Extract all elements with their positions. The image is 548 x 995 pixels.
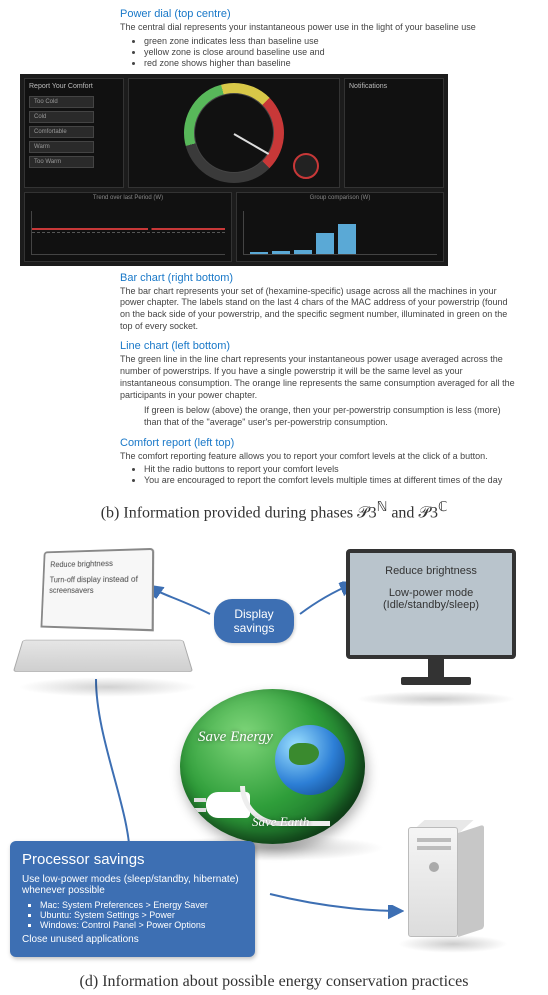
earth-icon [275,725,345,795]
heading-powerdial: Power dial (top centre) [120,8,520,20]
bullet: yellow zone is close around baseline use… [144,47,520,57]
bullets-powerdial: green zone indicates less than baseline … [144,36,520,68]
para-linechart-2: If green is below (above) the orange, th… [144,405,520,428]
monitor-icon: Reduce brightness Low-power mode (Idle/s… [346,549,526,699]
processor-title: Processor savings [22,851,243,868]
caption-b-p3b: 𝒫3 [418,505,438,522]
heading-comfort: Comfort report (left top) [120,437,520,449]
bar-chart-icon [243,211,437,255]
processor-bullet: Windows: Control Panel > Power Options [40,920,243,930]
comfort-option[interactable]: Warm [29,141,94,153]
caption-b-and: and [387,505,418,522]
notifications-panel: Notifications [344,78,444,188]
comfort-option[interactable]: Cold [29,111,94,123]
figure-caption-b: (b) Information provided during phases 𝒫… [0,489,548,534]
globe-text-1: Save Energy [198,729,273,746]
bar-chart-caption: Group comparison (W) [310,195,371,201]
caption-b-C: ℂ [438,499,447,514]
laptop-screen: Reduce brightness Turn-off display inste… [41,547,155,630]
save-energy-globe-icon: Save Energy Save Earth [180,689,365,844]
processor-savings-box: Processor savings Use low-power modes (s… [10,841,255,957]
para-powerdial: The central dial represents your instant… [120,22,520,34]
energy-infographic: Reduce brightness Turn-off display inste… [0,539,548,969]
embedded-dashboard: Report Your Comfort Too Cold Cold Comfor… [20,74,448,266]
display-savings-pill: Display savings [214,599,294,644]
processor-footer: Close unused applications [22,934,243,945]
processor-bullet: Mac: System Preferences > Energy Saver [40,900,243,910]
comfort-title: Report Your Comfort [29,83,119,90]
bullet: green zone indicates less than baseline … [144,36,520,46]
monitor-screen: Reduce brightness Low-power mode (Idle/s… [346,549,516,659]
heading-barchart: Bar chart (right bottom) [120,272,520,284]
bullets-comfort: Hit the radio buttons to report your com… [144,464,520,485]
bullet: You are encouraged to report the comfort… [144,475,520,485]
processor-bullet: Ubuntu: System Settings > Power [40,910,243,920]
power-dial-panel [128,78,340,188]
gauge-icon [184,83,284,183]
processor-para: Use low-power modes (sleep/standby, hibe… [22,874,243,896]
desktop-tower-icon [408,827,498,947]
heading-linechart: Line chart (left bottom) [120,340,520,352]
caption-b-p3: 𝒫3 [357,505,377,522]
laptop-icon: Reduce brightness Turn-off display inste… [8,549,208,689]
processor-bullets: Mac: System Preferences > Energy Saver U… [40,900,243,930]
bar-chart-panel: Group comparison (W) [236,192,444,262]
notif-title: Notifications [349,83,439,90]
comfort-report-panel: Report Your Comfort Too Cold Cold Comfor… [24,78,124,188]
monitor-tip-2: Low-power mode (Idle/standby/sleep) [360,587,502,611]
bullet: red zone shows higher than baseline [144,58,520,68]
comfort-option[interactable]: Too Cold [29,96,94,108]
para-linechart-1: The green line in the line chart represe… [120,354,520,401]
line-chart-caption: Trend over last Period (W) [93,195,163,201]
para-comfort: The comfort reporting feature allows you… [120,451,520,463]
gauge-small-icon [293,153,319,179]
doc-column: Power dial (top centre) The central dial… [0,0,548,485]
caption-b-N: ℕ [377,499,388,514]
monitor-tip-1: Reduce brightness [360,565,502,577]
comfort-option[interactable]: Too Warm [29,156,94,168]
laptop-tip-2: Turn-off display instead of screensavers [49,575,146,596]
line-chart-panel: Trend over last Period (W) [24,192,232,262]
globe-text-2: Save Earth [252,814,309,830]
caption-b-prefix: (b) Information provided during phases [101,505,357,522]
comfort-option[interactable]: Comfortable [29,126,94,138]
bullet: Hit the radio buttons to report your com… [144,464,520,474]
figure-caption-d: (d) Information about possible energy co… [0,969,548,995]
para-barchart: The bar chart represents your set of (he… [120,286,520,333]
line-chart-icon [31,211,225,255]
